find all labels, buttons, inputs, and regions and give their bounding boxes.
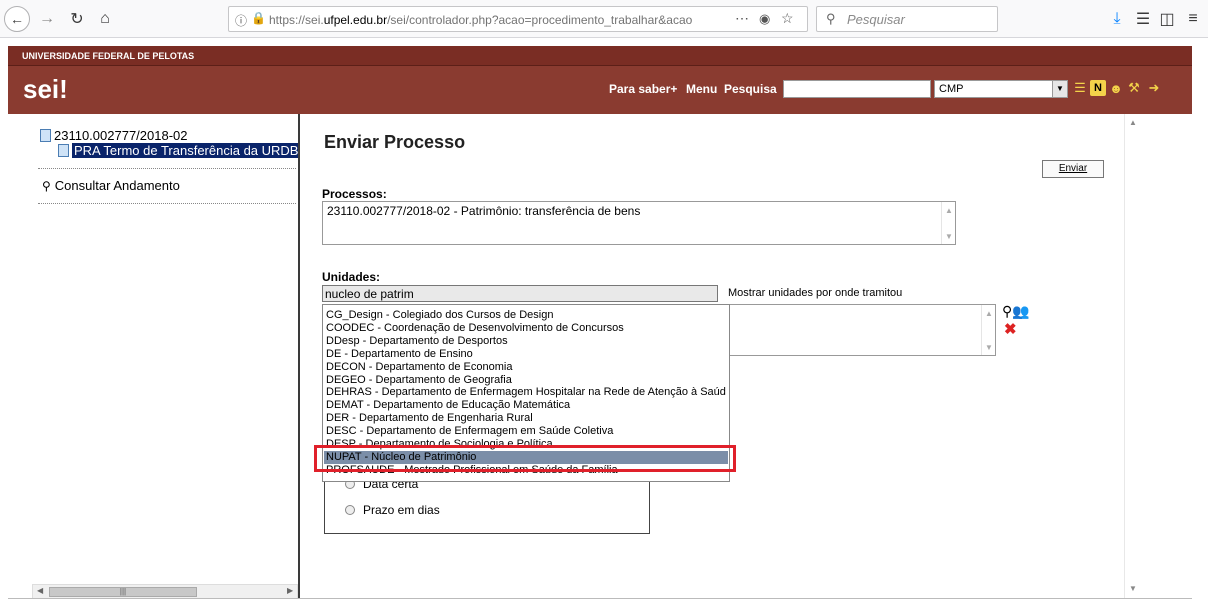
dropdown-option[interactable]: COODEC - Coordenação de Desenvolvimento … <box>326 322 726 335</box>
menu-icon[interactable]: ≡ <box>1180 6 1206 32</box>
university-strip: UNIVERSIDADE FEDERAL DE PELOTAS <box>8 46 1192 66</box>
dropdown-option[interactable]: DE - Departamento de Ensino <box>326 348 726 361</box>
processos-textarea[interactable]: 23110.002777/2018-02 - Patrimônio: trans… <box>322 201 956 245</box>
info-icon[interactable]: ⓘ <box>235 12 247 29</box>
scrollbar-thumb[interactable]: ||| <box>49 587 197 597</box>
more-actions-icon[interactable]: ⋯ <box>735 10 749 27</box>
consultar-andamento-link[interactable]: ⚲ Consultar Andamento <box>42 178 180 193</box>
scroll-up-icon[interactable]: ▲ <box>945 206 953 215</box>
dropdown-option[interactable]: DESC - Departamento de Enfermagem em Saú… <box>326 425 726 438</box>
scroll-down-icon[interactable]: ▼ <box>945 232 953 241</box>
main-vertical-scrollbar[interactable]: ▲ ▼ <box>1124 114 1140 598</box>
sidebar-icon[interactable]: ◫ <box>1154 6 1180 32</box>
main-panel: Enviar Processo Enviar Processos: 23110.… <box>302 114 1192 598</box>
dropdown-option[interactable]: DEMAT - Departamento de Educação Matemát… <box>326 399 726 412</box>
sei-logo[interactable]: sei! <box>23 74 68 105</box>
divider <box>38 168 296 169</box>
scroll-up-icon[interactable]: ▲ <box>1129 118 1137 127</box>
page-title: Enviar Processo <box>324 132 466 152</box>
pesquisa-link[interactable]: Pesquisa <box>724 82 777 96</box>
search-units-icon[interactable]: ⚲👥 <box>1002 303 1030 320</box>
processos-label: Processos: <box>322 187 387 201</box>
dropdown-option[interactable]: DEHRAS - Departamento de Enfermagem Hosp… <box>326 386 726 399</box>
enviar-button-label: Enviar <box>1058 163 1088 174</box>
notes-icon[interactable]: N <box>1090 80 1106 96</box>
unit-select[interactable]: CMP ▼ <box>934 80 1068 98</box>
divider <box>38 203 296 204</box>
prazo-dias-label: Prazo em dias <box>363 503 440 517</box>
library-icon[interactable]: ☰ <box>1130 6 1156 32</box>
home-icon[interactable]: ⌂ <box>92 6 118 32</box>
unit-select-value: CMP <box>939 83 964 95</box>
download-icon[interactable]: ⤓ <box>1104 6 1130 32</box>
process-tree-panel: 23110.002777/2018-02 PRA Termo de Transf… <box>8 114 300 599</box>
header-search-input[interactable] <box>783 80 931 98</box>
tools-icon[interactable]: ⚒ <box>1126 80 1142 96</box>
process-node[interactable]: 23110.002777/2018-02 <box>40 128 188 143</box>
dropdown-option[interactable]: DER - Departamento de Engenharia Rural <box>326 412 726 425</box>
enviar-button[interactable]: Enviar <box>1042 160 1104 178</box>
university-name: UNIVERSIDADE FEDERAL DE PELOTAS <box>22 51 195 61</box>
scroll-down-icon[interactable]: ▼ <box>1129 584 1137 593</box>
list-icon[interactable]: ☰ <box>1072 80 1088 96</box>
radio-prazo-dias[interactable] <box>345 505 355 515</box>
document-title: PRA Termo de Transferência da URDB ( <box>72 143 298 158</box>
forward-arrow-icon[interactable]: → <box>34 6 60 32</box>
document-icon <box>58 144 69 157</box>
browser-search-input[interactable]: ⚲ Pesquisar <box>816 6 998 32</box>
pocket-icon[interactable]: ◉ <box>759 11 770 27</box>
sei-header: sei! Para saber+ Menu Pesquisa CMP ▼ ☰ N… <box>8 66 1192 114</box>
magnifier-icon: ⚲ <box>42 179 51 193</box>
consultar-label: Consultar Andamento <box>54 178 180 193</box>
processos-value: 23110.002777/2018-02 - Patrimônio: trans… <box>327 204 641 218</box>
selected-units-list[interactable]: ▲ ▼ <box>728 304 996 356</box>
remove-unit-icon[interactable]: ✖ <box>1004 320 1017 338</box>
url-bar[interactable]: ⓘ 🔒 https://sei.ufpel.edu.br/sei/control… <box>228 6 808 32</box>
document-node[interactable]: PRA Termo de Transferência da URDB ( <box>58 143 298 158</box>
lock-icon: 🔒 <box>251 11 266 25</box>
menu-link[interactable]: Menu <box>686 82 717 96</box>
mostrar-unidades-link[interactable]: Mostrar unidades por onde tramitou <box>728 287 902 299</box>
reload-icon[interactable]: ↻ <box>64 6 90 32</box>
dropdown-option[interactable]: DECON - Departamento de Economia <box>326 361 726 374</box>
scroll-up-icon[interactable]: ▲ <box>985 309 993 318</box>
para-saber-link[interactable]: Para saber+ <box>609 82 677 96</box>
user-icon[interactable]: ☻ <box>1108 80 1124 96</box>
back-arrow-icon[interactable]: ← <box>4 6 30 32</box>
dropdown-option[interactable]: DEGEO - Departamento de Geografia <box>326 374 726 387</box>
unidades-label: Unidades: <box>322 270 381 284</box>
selected-units-scrollbar[interactable]: ▲ ▼ <box>981 305 995 355</box>
scroll-left-icon[interactable]: ◀ <box>37 586 43 595</box>
url-text: https://sei.ufpel.edu.br/sei/controlador… <box>269 13 693 27</box>
page-edge <box>1192 40 1208 614</box>
scroll-right-icon[interactable]: ▶ <box>287 586 293 595</box>
divider <box>8 598 1192 599</box>
processos-scrollbar[interactable]: ▲ ▼ <box>941 202 955 244</box>
folder-icon <box>40 129 51 142</box>
highlight-annotation <box>314 445 736 472</box>
search-icon: ⚲ <box>826 11 836 26</box>
browser-toolbar: ← → ↻ ⌂ ⓘ 🔒 https://sei.ufpel.edu.br/sei… <box>0 0 1208 38</box>
chevron-down-icon[interactable]: ▼ <box>1052 81 1067 97</box>
process-number: 23110.002777/2018-02 <box>54 128 188 143</box>
search-placeholder: Pesquisar <box>847 12 905 27</box>
exit-icon[interactable]: ➜ <box>1146 80 1162 96</box>
dropdown-option[interactable]: DDesp - Departamento de Desportos <box>326 335 726 348</box>
scroll-down-icon[interactable]: ▼ <box>985 343 993 352</box>
bookmark-star-icon[interactable]: ☆ <box>781 10 794 27</box>
horizontal-scrollbar[interactable]: ◀ ||| ▶ <box>32 584 298 599</box>
dropdown-option[interactable]: CG_Design - Colegiado dos Cursos de Desi… <box>326 309 726 322</box>
unidades-input[interactable]: nucleo de patrim <box>322 285 718 302</box>
